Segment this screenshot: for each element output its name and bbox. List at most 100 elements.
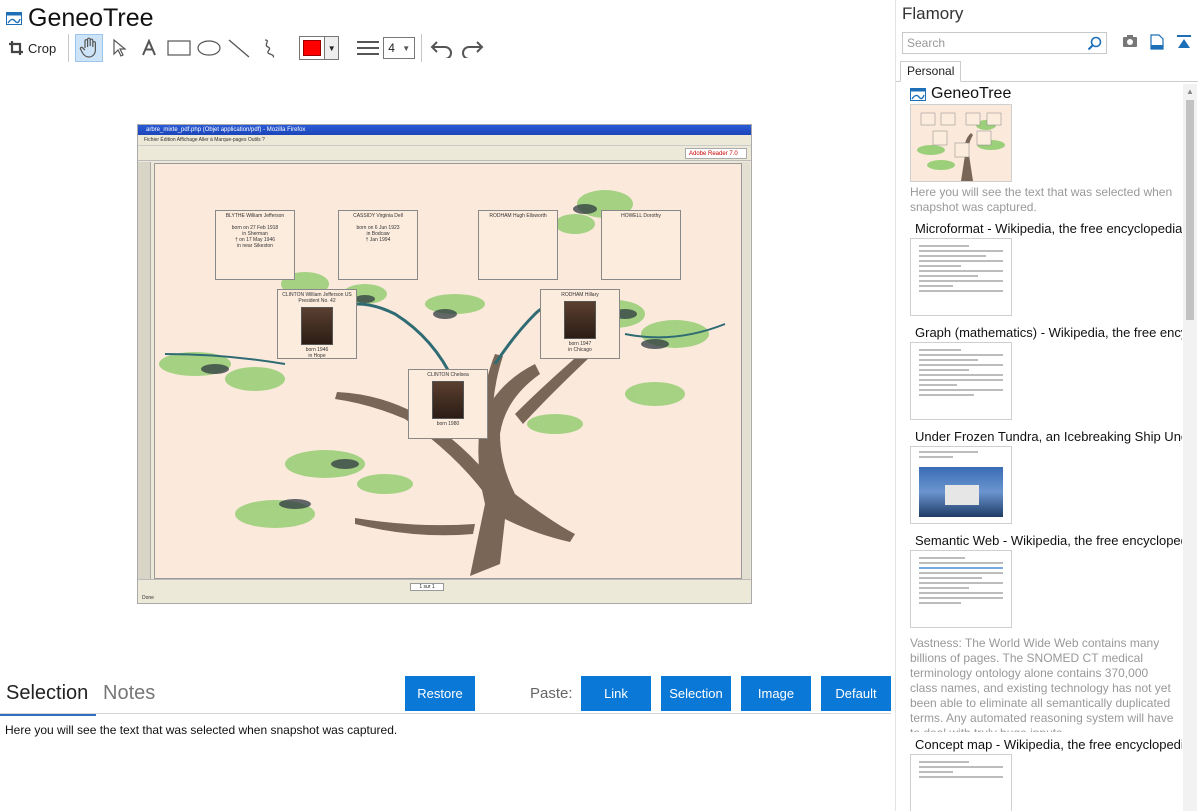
crop-button[interactable]: Crop [4, 34, 60, 62]
snapshot-statusbar: 1 sur 1 Done [138, 579, 751, 603]
paste-selection-button[interactable]: Selection [661, 676, 731, 711]
document-preview [919, 451, 1003, 461]
tab-personal[interactable]: Personal [900, 61, 962, 82]
person-name: CLINTON Chelsea [427, 372, 469, 378]
entry-thumbnail [910, 754, 1012, 811]
entry-header: Concept map - Wikipedia, the free encycl… [910, 736, 1182, 752]
document-preview [919, 349, 1003, 399]
camera-icon[interactable] [1122, 34, 1138, 48]
person-detail: in near Sikeston [237, 243, 273, 249]
search-placeholder: Search [907, 36, 946, 50]
snapshot-window-title: arbre_mixte_pdf.php (Objet application/p… [138, 125, 751, 135]
scroll-up-icon[interactable]: ▲ [1183, 84, 1197, 98]
redo-button[interactable] [458, 34, 486, 62]
entry-title: Semantic Web - Wikipedia, the free encyc… [915, 532, 1182, 548]
entry-title: Under Frozen Tundra, an Icebreaking Ship… [915, 428, 1182, 444]
entry-title: Microformat - Wikipedia, the free encycl… [915, 220, 1182, 236]
entry-thumbnail [910, 238, 1012, 316]
selection-text: Here you will see the text that was sele… [5, 723, 398, 737]
tree-thumbnail [917, 112, 1005, 181]
snapshot-list: GeneoTree Here you will see the text tha… [896, 84, 1183, 811]
sidebar-title: Flamory [902, 4, 964, 23]
entry-title: Concept map - Wikipedia, the free encycl… [915, 736, 1182, 752]
text-tool-button[interactable] [135, 34, 163, 62]
document-icon[interactable] [1150, 34, 1164, 50]
select-tool-button[interactable] [105, 34, 133, 62]
crop-label: Crop [28, 40, 57, 56]
chevron-down-icon: ▼ [324, 37, 339, 59]
entry-description: Vastness: The World Wide Web contains ma… [910, 636, 1174, 732]
family-box: CLINTON Chelsea born 1980 [408, 369, 488, 439]
entry-title: GeneoTree [931, 86, 1012, 102]
document-preview [919, 245, 1003, 295]
crop-icon [9, 41, 23, 55]
color-picker[interactable]: ▼ [299, 36, 340, 60]
portrait-image [301, 307, 333, 345]
paste-default-button[interactable]: Default [821, 676, 891, 711]
drawing-toolbar: Crop ▼ 4 ▼ [4, 33, 488, 63]
restore-button[interactable]: Restore [405, 676, 475, 711]
portrait-image [564, 301, 596, 339]
rectangle-tool-button[interactable] [165, 34, 193, 62]
person-name: BLYTHE William Jefferson [225, 213, 285, 219]
list-item[interactable]: Microformat - Wikipedia, the free encycl… [896, 220, 1183, 320]
snapshot-title: GeneoTree [6, 3, 154, 33]
entry-header: Graph (mathematics) - Wikipedia, the fre… [910, 324, 1182, 340]
paste-label: Paste: [530, 685, 573, 702]
family-box: BLYTHE William Jefferson born on 27 Feb … [215, 210, 295, 280]
sidebar-scrollbar[interactable]: ▲ [1183, 84, 1197, 811]
hand-tool-button[interactable] [75, 34, 104, 62]
text-tool-icon [142, 39, 157, 56]
snapshot-status-text: Done [142, 595, 154, 601]
ship-photo [919, 467, 1003, 517]
bottom-tab-bar: Selection Notes Restore Paste: Link Sele… [0, 676, 891, 716]
tab-selection[interactable]: Selection [0, 682, 97, 716]
person-name: CASSIDY Virginia Dell [353, 213, 403, 219]
scrollbar-thumb[interactable] [1186, 100, 1194, 320]
snapshot-page-indicator: 1 sur 1 [410, 583, 444, 591]
snapshot-image[interactable]: arbre_mixte_pdf.php (Objet application/p… [137, 124, 752, 604]
paste-image-button[interactable]: Image [741, 676, 811, 711]
snapshot-sidebar [138, 162, 151, 582]
list-item[interactable]: Graph (mathematics) - Wikipedia, the fre… [896, 324, 1183, 424]
search-icon[interactable] [1087, 36, 1102, 51]
snapshot-icon [6, 11, 22, 25]
toolbar-separator [421, 34, 423, 62]
collapse-icon[interactable] [1176, 34, 1192, 50]
line-tool-button[interactable] [225, 34, 253, 62]
list-item[interactable]: GeneoTree Here you will see the text tha… [896, 86, 1183, 216]
entry-thumbnail [910, 104, 1012, 182]
entry-thumbnail [910, 446, 1012, 524]
flamory-sidebar: Flamory Search Personal GeneoTree Here y… [895, 0, 1198, 811]
person-detail: † Jan 1994 [365, 237, 391, 243]
freehand-tool-button[interactable] [255, 34, 283, 62]
freehand-icon [265, 39, 275, 58]
person-name: RODHAM Hillary [561, 292, 599, 298]
paste-link-button[interactable]: Link [581, 676, 651, 711]
line-width-value: 4 [388, 41, 395, 55]
tab-notes[interactable]: Notes [103, 682, 155, 705]
line-width-icon [357, 41, 380, 55]
undo-button[interactable] [428, 34, 456, 62]
entry-title: Graph (mathematics) - Wikipedia, the fre… [915, 324, 1182, 340]
line-icon [228, 39, 250, 58]
list-item[interactable]: Under Frozen Tundra, an Icebreaking Ship… [896, 428, 1183, 528]
document-preview [919, 761, 1003, 781]
snapshot-adobe-logo: Adobe Reader 7.0 [685, 148, 747, 159]
family-box: RODHAM Hugh Ellsworth [478, 210, 558, 280]
color-swatch [303, 40, 322, 56]
snapshot-toolbar: Adobe Reader 7.0 [138, 146, 751, 161]
line-width-control: 4 ▼ [357, 37, 416, 59]
chevron-down-icon: ▼ [402, 43, 411, 53]
list-item[interactable]: Concept map - Wikipedia, the free encycl… [896, 736, 1183, 811]
line-width-select[interactable]: 4 ▼ [383, 37, 416, 59]
toolbar-separator [68, 34, 70, 62]
person-name: CLINTON William Jefferson US President N… [282, 292, 352, 304]
ellipse-tool-button[interactable] [195, 34, 223, 62]
snapshot-scrollbar [742, 162, 750, 582]
sidebar-actions [1122, 34, 1192, 50]
document-preview [919, 557, 1003, 607]
family-box: RODHAM Hillary born 1947 in Chicago [540, 289, 620, 359]
search-input[interactable]: Search [902, 32, 1107, 54]
entry-header: Semantic Web - Wikipedia, the free encyc… [910, 532, 1182, 548]
